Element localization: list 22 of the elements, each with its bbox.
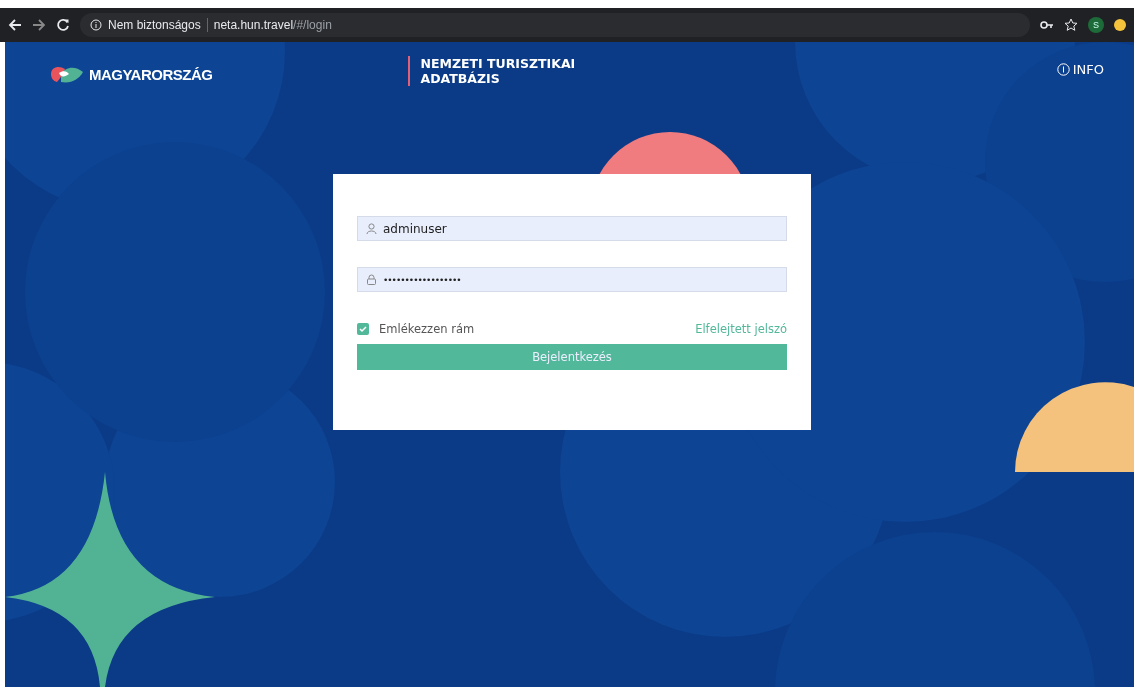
remember-checkbox[interactable] — [357, 323, 369, 335]
address-bar[interactable]: Nem biztonságos neta.hun.travel/#/login — [80, 13, 1030, 37]
password-field[interactable]: •••••••••••••••••• — [357, 267, 787, 292]
logo-icon — [49, 64, 85, 84]
back-icon[interactable] — [8, 18, 22, 32]
site-title: NEMZETI TURISZTIKAI ADATBÁZIS — [408, 56, 576, 86]
username-field[interactable]: adminuser — [357, 216, 787, 241]
logo-text: MAGYARORSZÁG — [89, 65, 213, 83]
forward-icon[interactable] — [32, 18, 46, 32]
extension-icon[interactable] — [1114, 19, 1126, 31]
profile-avatar[interactable]: S — [1088, 17, 1104, 33]
lock-icon — [366, 274, 377, 285]
info-icon — [90, 19, 102, 31]
remember-label: Emlékezzen rám — [379, 322, 475, 336]
user-icon — [366, 223, 377, 234]
star-icon[interactable] — [1064, 18, 1078, 32]
security-label: Nem biztonságos — [108, 18, 201, 32]
reload-icon[interactable] — [56, 18, 70, 32]
url-text: neta.hun.travel/#/login — [213, 18, 332, 32]
info-icon — [1056, 63, 1070, 76]
info-link[interactable]: INFO — [1056, 62, 1104, 77]
key-icon[interactable] — [1040, 20, 1054, 30]
